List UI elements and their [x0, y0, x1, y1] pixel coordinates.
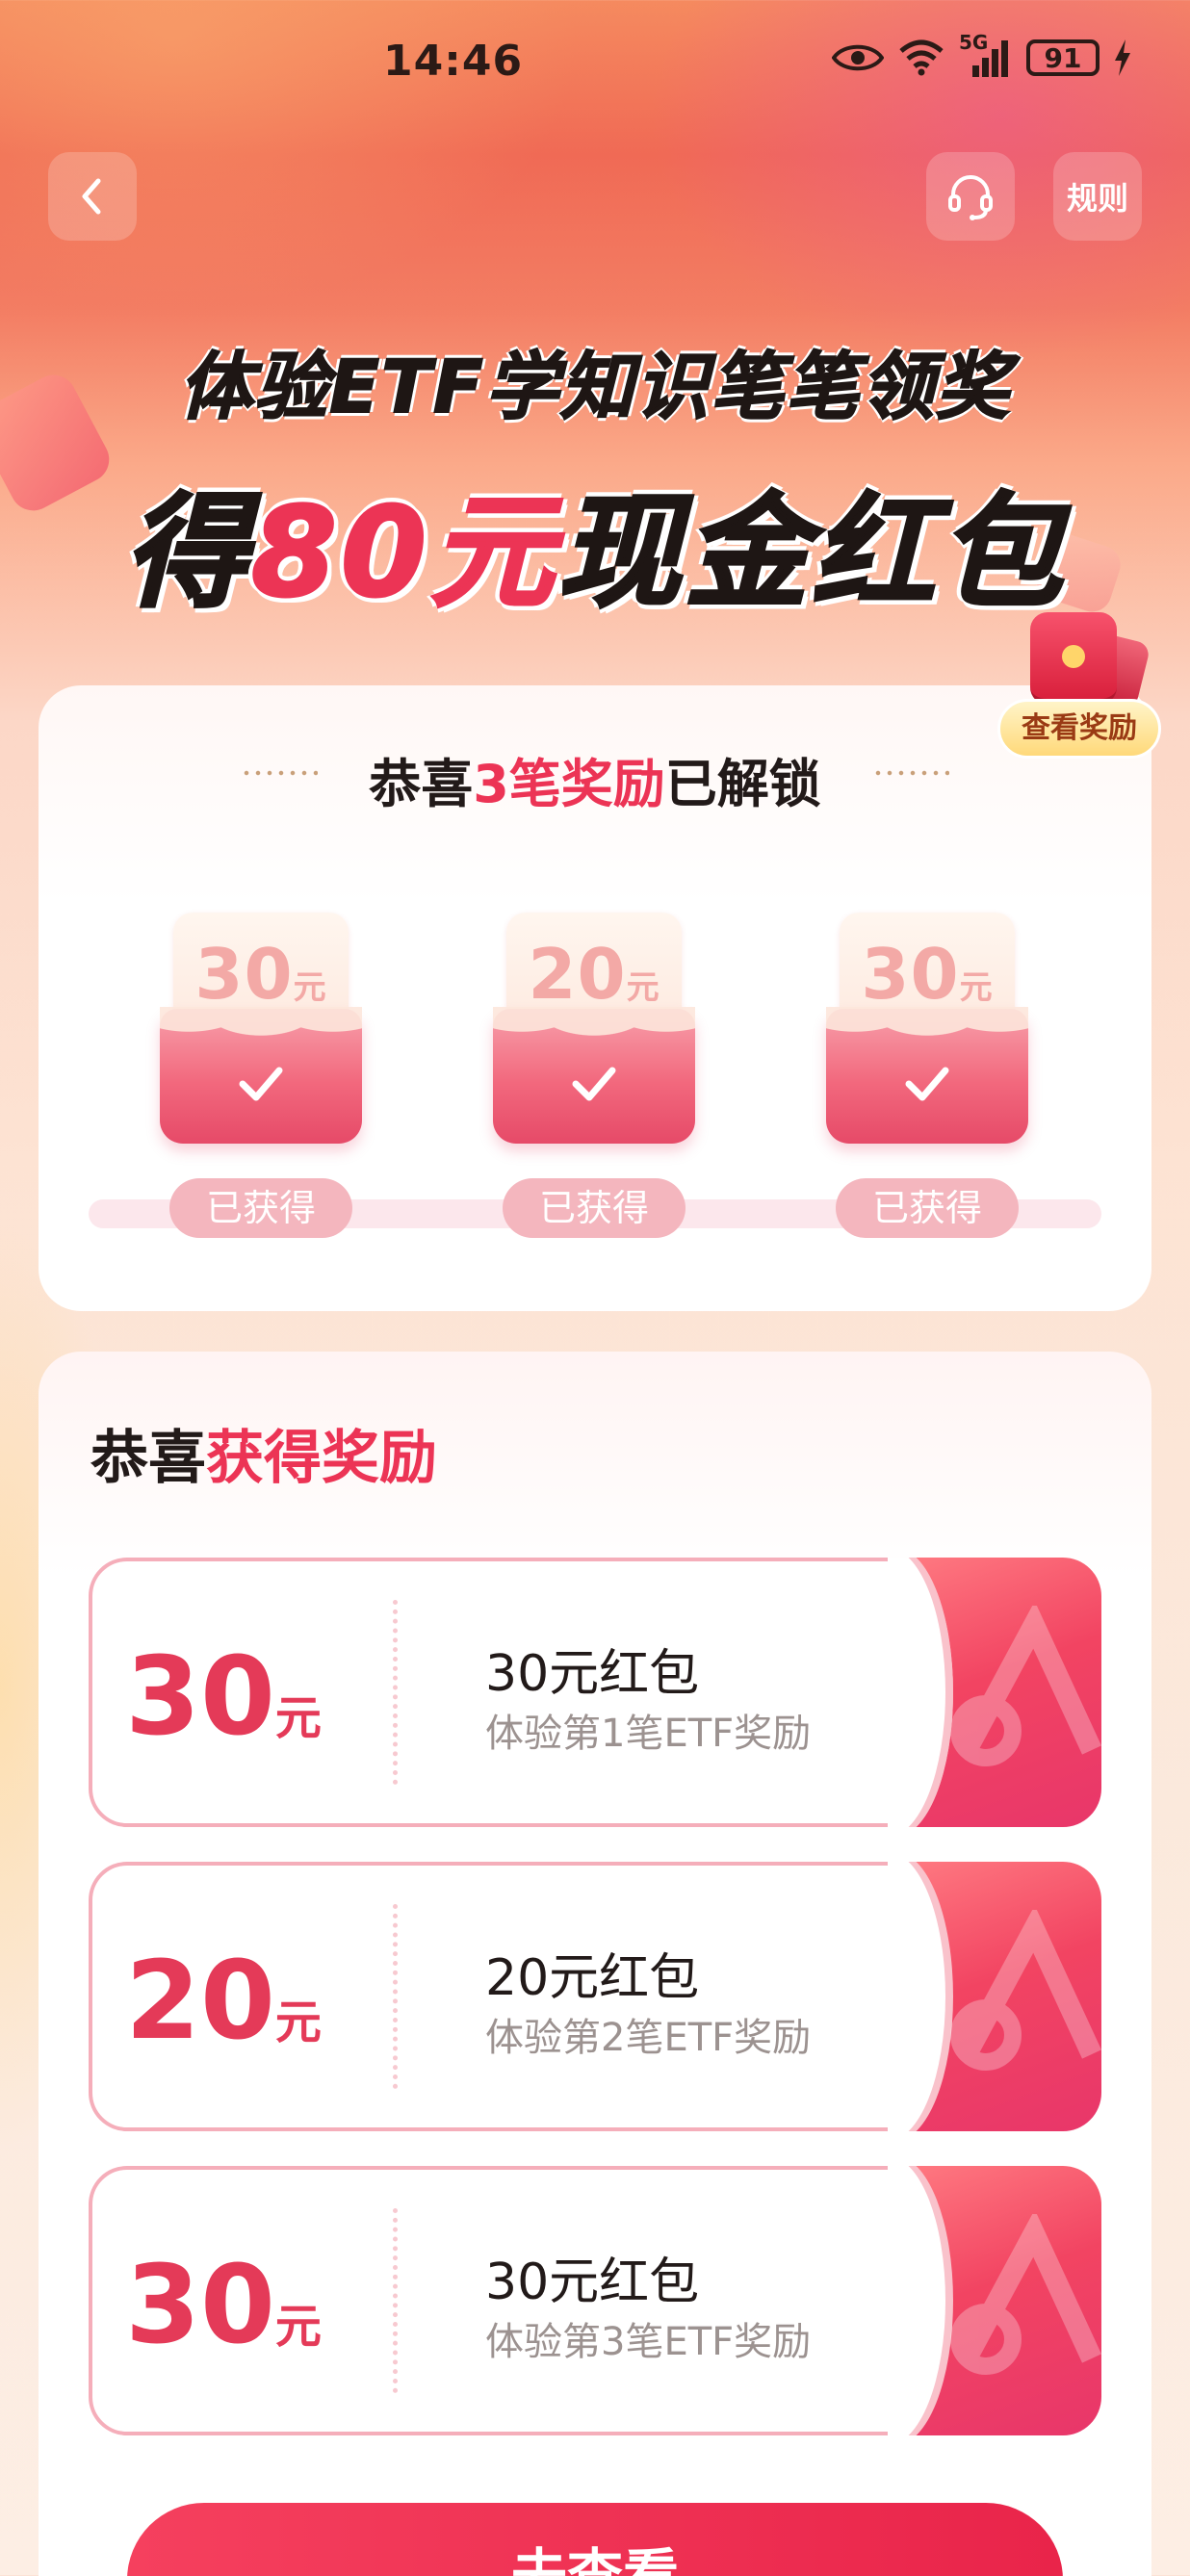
reward-amount: 30元 [108, 2252, 339, 2380]
reward-name: 30元红包 [485, 2254, 700, 2311]
dotted-divider [393, 2208, 398, 2393]
reward-coupon: 30元 [160, 913, 362, 1144]
hero-subtitle: 体验ETF学知识笔笔领奖 [178, 343, 1011, 430]
reward-item[interactable]: 30元 30元红包 体验第3笔ETF奖励 [89, 2166, 1101, 2435]
coupon-value: 30元 [173, 934, 349, 1015]
reward-amount: 20元 [108, 1947, 339, 2075]
reward-name: 20元红包 [485, 1949, 700, 2007]
reward-item[interactable]: 30元 30元红包 体验第1笔ETF奖励 [89, 1558, 1101, 1827]
reward-amount-value: 20 [125, 1939, 275, 2064]
reward-amount-value: 30 [125, 1635, 275, 1760]
reward-description: 体验第3笔ETF奖励 [485, 2320, 812, 2364]
charging-icon [1113, 39, 1132, 76]
dotted-divider [393, 1904, 398, 2089]
view-button[interactable]: 去查看 [127, 2503, 1063, 2576]
reward-amount-unit: 元 [274, 2300, 322, 2354]
unlock-title-prefix: 恭喜 [369, 754, 474, 814]
reward-coupon: 20元 [493, 913, 695, 1144]
coupon-amount: 30 [194, 934, 294, 1015]
eye-icon [832, 41, 884, 74]
battery-level: 91 [1044, 41, 1082, 74]
view-reward-label: 查看奖励 [997, 699, 1161, 759]
check-icon [905, 1067, 949, 1101]
reward-amount-unit: 元 [274, 1996, 322, 2049]
hero-title-amount: 80元 [249, 480, 558, 627]
status-icons: 5G 91 [832, 31, 1132, 77]
reward-description: 体验第1笔ETF奖励 [485, 1712, 812, 1756]
reward-name: 30元红包 [485, 1645, 700, 1703]
reward-coupon: 30元 [826, 913, 1028, 1144]
reward-amount: 30元 [108, 1643, 339, 1771]
coupon-unit: 元 [293, 968, 327, 1007]
check-icon [239, 1067, 283, 1101]
red-packet-knot [1062, 645, 1085, 668]
reward-amount-value: 30 [125, 2243, 275, 2368]
rewards-title: 恭喜获得奖励 [91, 1411, 437, 1495]
view-reward-button[interactable]: 查看奖励 [997, 612, 1161, 759]
status-bar: 14:46 5G 91 [0, 0, 1190, 135]
coupon-unit: 元 [959, 968, 994, 1007]
coupon-unit: 元 [626, 968, 660, 1007]
coupon-status-badge: 已获得 [503, 1178, 686, 1238]
dotted-divider [393, 1600, 398, 1785]
unlock-title-suffix: 已解锁 [664, 754, 821, 814]
rewards-title-prefix: 恭喜 [91, 1425, 206, 1492]
coupon-value: 30元 [840, 934, 1015, 1015]
status-time: 14:46 [383, 37, 524, 86]
customer-service-button[interactable] [926, 152, 1015, 241]
rewards-title-highlight: 获得奖励 [206, 1425, 437, 1492]
back-button[interactable] [48, 152, 137, 241]
wifi-icon [897, 39, 945, 76]
hero-title-suffix: 现金红包 [556, 480, 1067, 627]
chevron-left-icon [82, 178, 101, 215]
reward-item-side [888, 2166, 1101, 2435]
rewards-card: 恭喜获得奖励 30元 30元红包 体验第1笔ETF奖励 20元 20元红包 体验… [39, 1352, 1151, 2576]
reward-description: 体验第2笔ETF奖励 [485, 2016, 812, 2060]
rules-button[interactable]: 规则 [1053, 152, 1142, 241]
brand-mark-icon [950, 1910, 1101, 2071]
check-icon [572, 1067, 616, 1101]
coupon-status-badge: 已获得 [836, 1178, 1019, 1238]
battery-icon: 91 [1026, 39, 1099, 76]
hero-title-prefix: 得 [122, 480, 251, 627]
reward-item-side-overlay [888, 1558, 1101, 1827]
network-type: 5G [959, 31, 989, 54]
coupon-amount: 30 [861, 934, 960, 1015]
brand-mark-icon [950, 2214, 1101, 2375]
red-packet-icon [1030, 612, 1117, 705]
reward-item[interactable]: 20元 20元红包 体验第2笔ETF奖励 [89, 1862, 1101, 2131]
unlock-title: 恭喜3笔奖励已解锁 [39, 741, 1151, 817]
unlock-title-highlight: 3笔奖励 [473, 754, 665, 814]
reward-amount-unit: 元 [274, 1691, 322, 1745]
headset-icon [948, 175, 993, 220]
reward-item-side [888, 1862, 1101, 2131]
hero-title: 得80元现金红包 [0, 452, 1190, 631]
signal-icon: 5G [959, 31, 1013, 77]
coupon-amount: 20 [528, 934, 627, 1015]
coupon-status-badge: 已获得 [169, 1178, 352, 1238]
coupon-value: 20元 [506, 934, 682, 1015]
unlock-card: 恭喜3笔奖励已解锁 30元 已获得 20元 已获得 30元 已获得 [39, 685, 1151, 1311]
